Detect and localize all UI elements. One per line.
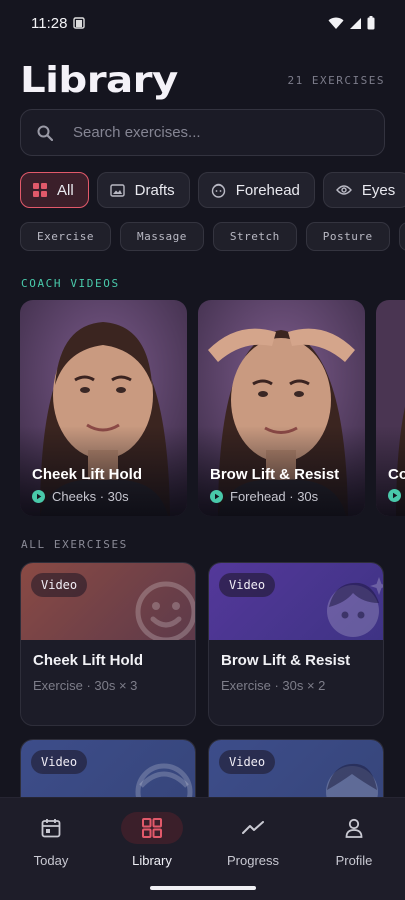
filter-chip-label: All <box>57 181 74 199</box>
tab-icon-wrap <box>222 812 284 844</box>
filter-chip-forehead[interactable]: Forehead <box>197 172 315 208</box>
filter-chip-label: Eyes <box>361 181 396 199</box>
tab-today[interactable]: Today <box>6 812 96 872</box>
video-badge: Video <box>219 750 276 774</box>
tab-library[interactable]: Library <box>107 812 197 872</box>
tab-icon-wrap <box>20 812 82 844</box>
tag-chip-exercise[interactable]: Exercise <box>20 222 111 251</box>
image-icon <box>109 183 125 197</box>
coach-video-card[interactable]: Cheek Lift Hold Cheeks · 30s <box>20 300 187 516</box>
filter-chips: All Drafts Forehead Eyes <box>20 172 405 208</box>
filter-chip-drafts[interactable]: Drafts <box>96 172 190 208</box>
status-bar: 11:28 <box>0 0 405 46</box>
trend-icon <box>242 821 264 834</box>
tab-label: Today <box>33 853 69 868</box>
coach-video-title: Brow Lift & Resist <box>210 466 340 483</box>
battery-icon <box>367 16 375 30</box>
tab-label: Library <box>132 853 172 868</box>
coach-video-meta-text: Cheeks · 30s <box>52 489 129 504</box>
grid-icon <box>33 183 47 197</box>
coach-video-meta <box>388 489 401 502</box>
person-icon <box>345 818 363 838</box>
page-header: Library 21 EXERCISES <box>20 58 385 102</box>
play-icon <box>388 489 401 502</box>
filter-chip-label: Forehead <box>235 181 300 199</box>
tab-profile[interactable]: Profile <box>309 812 399 872</box>
home-indicator[interactable] <box>150 886 256 890</box>
section-label-coach-videos: COACH VIDEOS <box>21 277 120 290</box>
tab-progress[interactable]: Progress <box>208 812 298 872</box>
smile-icon <box>135 581 195 640</box>
exercise-count: 21 EXERCISES <box>287 73 385 87</box>
video-badge: Video <box>219 573 276 597</box>
exercise-card[interactable]: Video Brow Lift & Resist Exercise · 30s … <box>208 562 384 726</box>
tag-chip-massage[interactable]: Massage <box>119 222 204 251</box>
tag-chips: Exercise Massage Stretch Posture B <box>20 222 405 251</box>
tab-icon-wrap <box>121 812 183 844</box>
exercise-meta: Exercise · 30s × 2 <box>221 678 326 693</box>
search-icon <box>37 125 53 141</box>
exercise-meta: Exercise · 30s × 3 <box>33 678 138 693</box>
coach-video-meta: Cheeks · 30s <box>32 489 129 504</box>
coach-video-card[interactable]: Co <box>376 300 405 516</box>
exercise-card[interactable]: Video Cheek Lift Hold Exercise · 30s × 3 <box>20 562 196 726</box>
play-icon <box>210 490 223 503</box>
clock-text: 11:28 <box>31 14 68 32</box>
face-icon <box>211 183 225 198</box>
face-icon <box>327 577 383 637</box>
search-input[interactable] <box>73 124 353 141</box>
status-icons <box>328 16 375 30</box>
coach-videos-carousel[interactable]: Cheek Lift Hold Cheeks · 30s Brow Lift &… <box>20 300 405 516</box>
exercise-banner: Video <box>21 563 195 640</box>
coach-video-meta: Forehead · 30s <box>210 489 318 504</box>
screen-icon <box>73 17 86 29</box>
tab-label: Profile <box>335 853 373 868</box>
tag-chip-more[interactable]: B <box>398 222 405 251</box>
tab-icon-wrap <box>323 812 385 844</box>
exercise-banner: Video <box>209 563 383 640</box>
video-badge: Video <box>31 750 88 774</box>
exercise-title: Cheek Lift Hold <box>33 652 144 669</box>
search-box[interactable] <box>20 109 385 156</box>
coach-video-title: Cheek Lift Hold <box>32 466 143 483</box>
play-icon <box>32 490 45 503</box>
tab-label: Progress <box>226 853 280 868</box>
calendar-icon <box>41 819 61 838</box>
status-time: 11:28 <box>31 14 86 32</box>
exercise-title: Brow Lift & Resist <box>221 652 351 669</box>
filter-chip-eyes[interactable]: Eyes <box>322 172 405 208</box>
filter-chip-all[interactable]: All <box>20 172 89 208</box>
coach-video-title: Co <box>388 466 405 483</box>
tag-chip-posture[interactable]: Posture <box>305 222 390 251</box>
page-title: Library <box>20 59 178 101</box>
signal-icon <box>350 17 361 29</box>
coach-video-meta-text: Forehead · 30s <box>230 489 319 504</box>
bottom-tab-bar: Today Library Progress Profile <box>0 797 405 900</box>
grid-icon <box>142 818 162 838</box>
wifi-icon <box>328 17 344 29</box>
eye-icon <box>335 185 352 195</box>
coach-video-card[interactable]: Brow Lift & Resist Forehead · 30s <box>198 300 365 516</box>
video-badge: Video <box>31 573 88 597</box>
filter-chip-label: Drafts <box>134 181 175 199</box>
tag-chip-stretch[interactable]: Stretch <box>212 222 297 251</box>
section-label-all-exercises: ALL EXERCISES <box>21 538 128 551</box>
